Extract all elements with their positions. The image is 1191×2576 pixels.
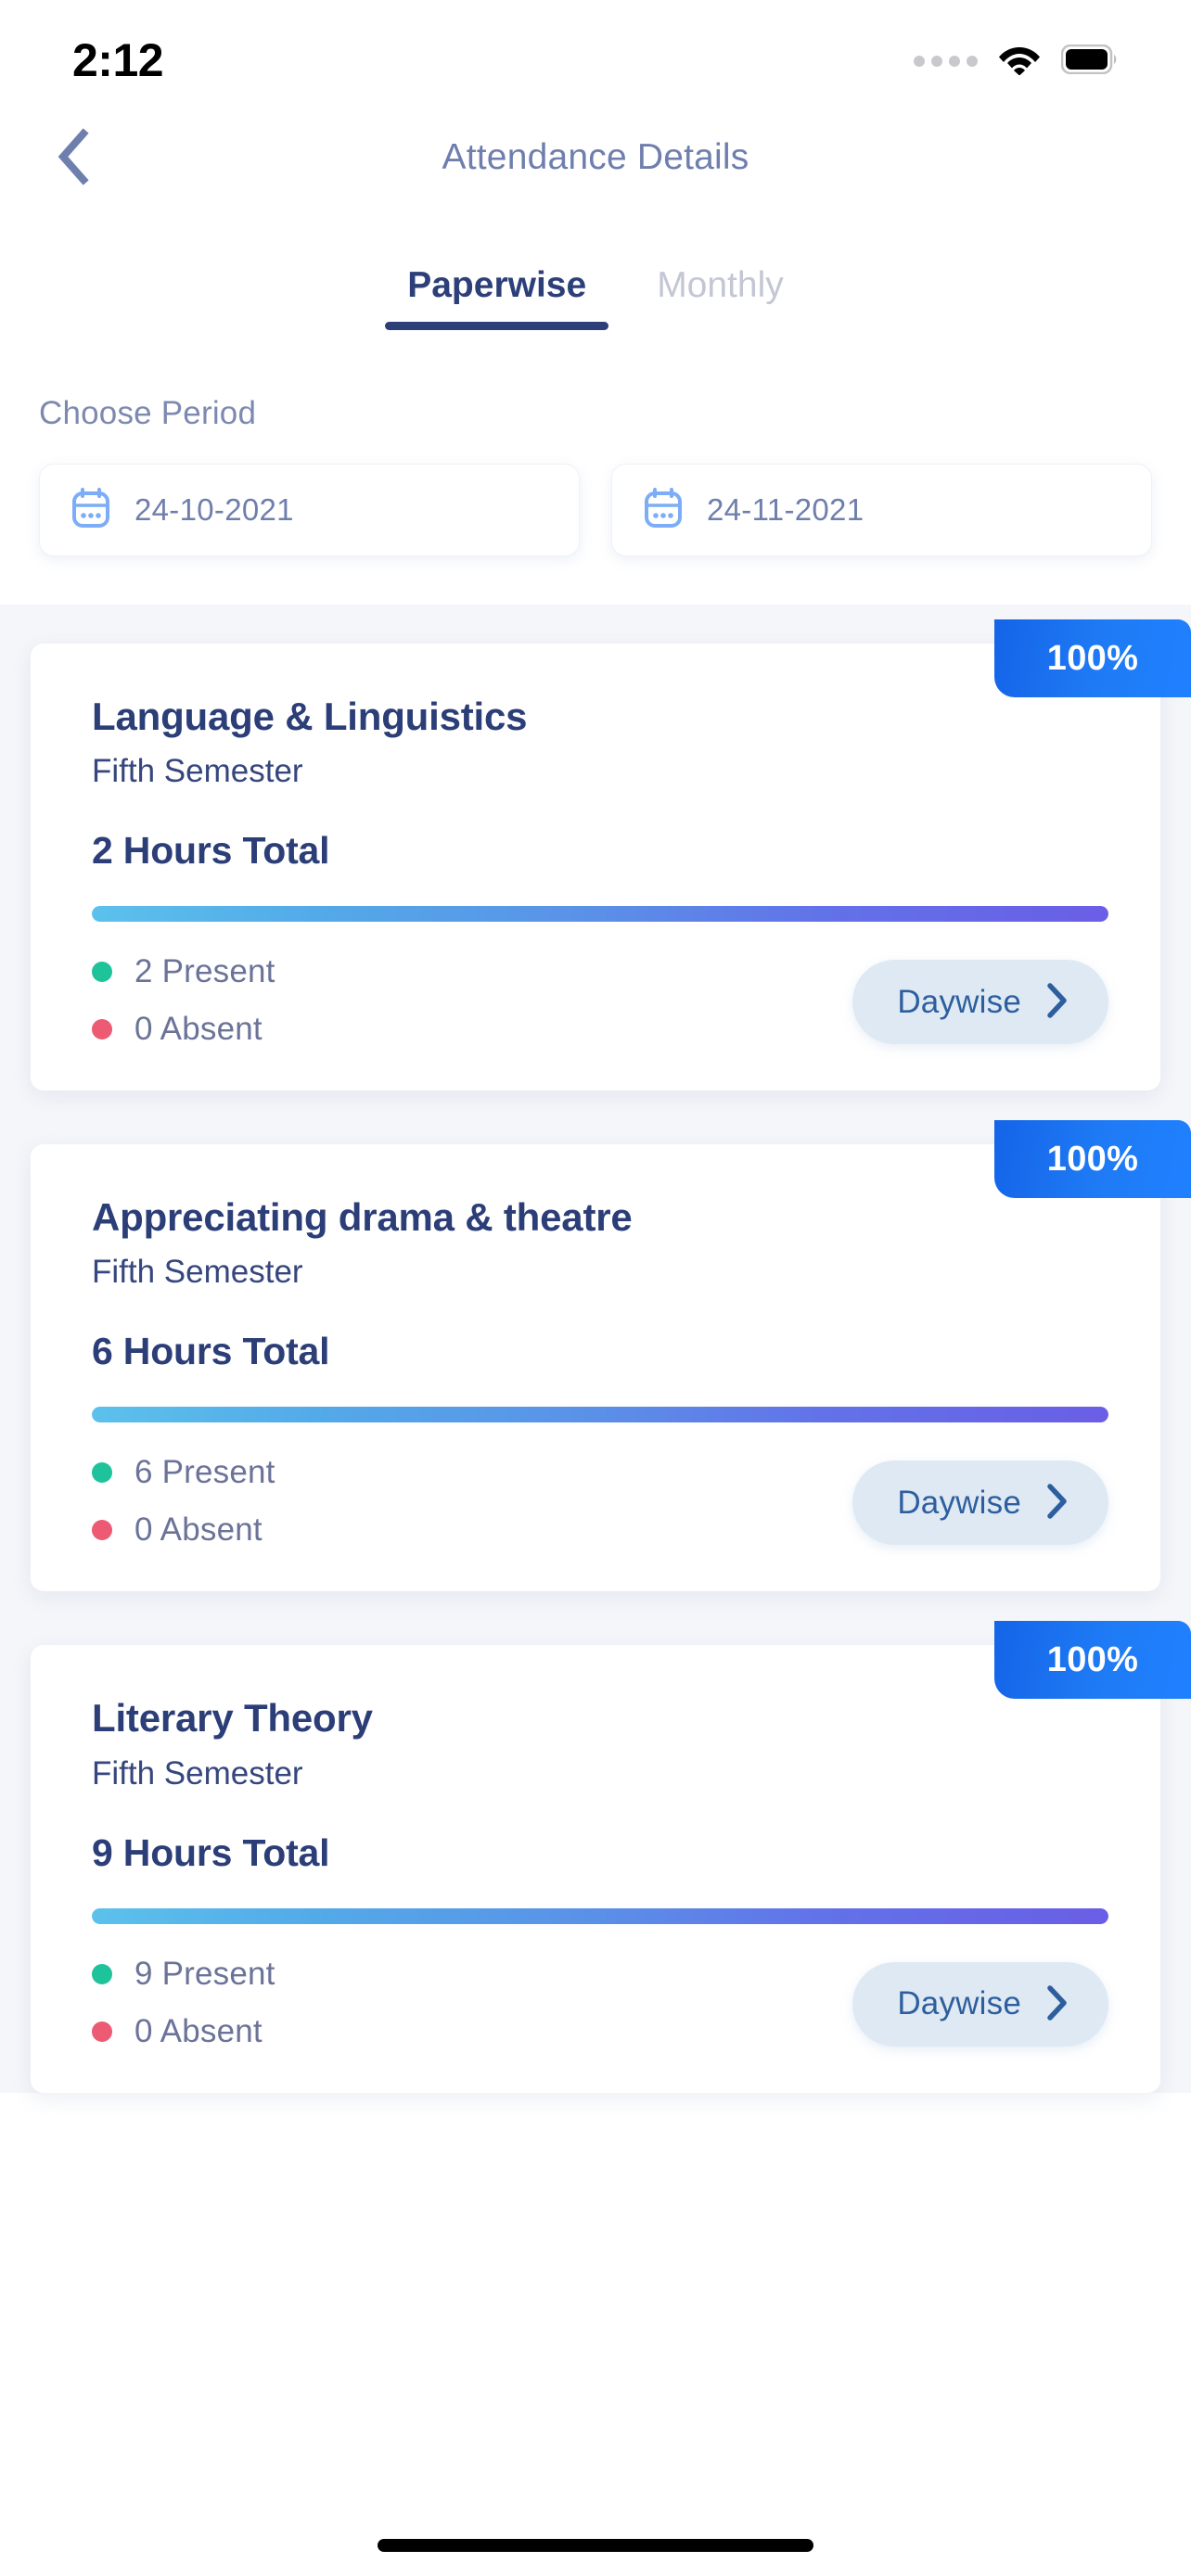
attendance-stats: 2 Present 0 Absent <box>92 953 275 1048</box>
subject-title: Language & Linguistics <box>92 695 528 738</box>
daywise-button[interactable]: Daywise <box>852 1460 1108 1546</box>
daywise-label: Daywise <box>897 1484 1021 1521</box>
choose-period-label: Choose Period <box>39 395 257 431</box>
attendance-card[interactable]: 100% Appreciating drama & theatre Fifth … <box>31 1120 1191 1592</box>
chevron-right-icon <box>1045 1483 1069 1523</box>
status-time: 2:12 <box>72 34 164 86</box>
subject-title: Appreciating drama & theatre <box>92 1195 633 1240</box>
attendance-card-list: 100% Language & Linguistics Fifth Semest… <box>0 605 1191 2093</box>
absent-dot-icon <box>92 1520 112 1541</box>
choose-period-section: Choose Period 24-10-2021 24-11-2021 <box>0 330 1191 605</box>
semester-label: Fifth Semester <box>92 753 303 790</box>
absent-count: 0 Absent <box>134 2012 263 2049</box>
tab-paperwise[interactable]: Paperwise <box>372 265 621 330</box>
wifi-icon <box>998 44 1041 80</box>
back-button[interactable] <box>37 121 111 195</box>
daywise-label: Daywise <box>897 1985 1021 2022</box>
subject-title: Literary Theory <box>92 1696 373 1741</box>
app-header: Attendance Details <box>0 108 1191 208</box>
hours-total: 9 Hours Total <box>92 1830 330 1874</box>
chevron-left-icon <box>56 127 93 188</box>
attendance-percentage-badge: 100% <box>994 1621 1191 1700</box>
page-title: Attendance Details <box>442 137 749 177</box>
chevron-right-icon <box>1045 1984 1069 2024</box>
attendance-card[interactable]: 100% Language & Linguistics Fifth Semest… <box>31 619 1191 1091</box>
semester-label: Fifth Semester <box>92 1254 303 1291</box>
absent-stat: 0 Absent <box>92 2013 275 2050</box>
present-stat: 9 Present <box>92 1956 275 1993</box>
attendance-percentage-badge: 100% <box>994 619 1191 697</box>
hours-total: 2 Hours Total <box>92 829 330 873</box>
calendar-icon <box>71 487 110 533</box>
present-dot-icon <box>92 1963 112 1984</box>
attendance-progress-fill <box>92 1407 1108 1423</box>
present-dot-icon <box>92 962 112 983</box>
attendance-stats: 9 Present 0 Absent <box>92 1956 275 2050</box>
semester-label: Fifth Semester <box>92 1754 303 1792</box>
to-date-value: 24-11-2021 <box>707 492 864 527</box>
attendance-progress-fill <box>92 1907 1108 1924</box>
attendance-progress-bar <box>92 906 1108 923</box>
absent-stat: 0 Absent <box>92 1011 275 1048</box>
absent-stat: 0 Absent <box>92 1511 275 1549</box>
chevron-right-icon <box>1045 982 1069 1022</box>
to-date-picker[interactable]: 24-11-2021 <box>611 464 1152 556</box>
status-bar: 2:12 <box>0 0 1191 108</box>
from-date-value: 24-10-2021 <box>134 492 294 527</box>
card-footer: 6 Present 0 Absent Daywise <box>92 1454 1108 1549</box>
attendance-progress-bar <box>92 1407 1108 1423</box>
attendance-card[interactable]: 100% Literary Theory Fifth Semester 9 Ho… <box>31 1621 1191 2093</box>
present-dot-icon <box>92 1462 112 1484</box>
attendance-stats: 6 Present 0 Absent <box>92 1454 275 1549</box>
present-count: 2 Present <box>134 953 275 990</box>
battery-icon <box>1060 44 1119 79</box>
home-indicator <box>378 2539 813 2552</box>
calendar-icon <box>644 487 683 533</box>
hours-total: 6 Hours Total <box>92 1330 330 1373</box>
absent-dot-icon <box>92 2021 112 2042</box>
present-count: 9 Present <box>134 1955 275 1992</box>
tab-monthly[interactable]: Monthly <box>621 265 819 330</box>
app-screen: 2:12 Attendance Details Paperwise Monthl… <box>0 0 1191 2576</box>
present-stat: 6 Present <box>92 1454 275 1491</box>
status-icons <box>914 29 1119 80</box>
daywise-button[interactable]: Daywise <box>852 960 1108 1045</box>
card-footer: 2 Present 0 Absent Daywise <box>92 953 1108 1048</box>
absent-count: 0 Absent <box>134 1511 263 1549</box>
daywise-label: Daywise <box>897 983 1021 1020</box>
absent-dot-icon <box>92 1019 112 1040</box>
date-range-row: 24-10-2021 24-11-2021 <box>39 464 1152 605</box>
tab-bar: Paperwise Monthly <box>0 208 1191 330</box>
attendance-percentage-badge: 100% <box>994 1120 1191 1199</box>
card-footer: 9 Present 0 Absent Daywise <box>92 1956 1108 2050</box>
attendance-progress-bar <box>92 1907 1108 1924</box>
absent-count: 0 Absent <box>134 1011 263 1048</box>
present-count: 6 Present <box>134 1454 275 1491</box>
daywise-button[interactable]: Daywise <box>852 1961 1108 2047</box>
present-stat: 2 Present <box>92 953 275 990</box>
from-date-picker[interactable]: 24-10-2021 <box>39 464 580 556</box>
cellular-dots-icon <box>914 56 978 67</box>
attendance-progress-fill <box>92 906 1108 923</box>
